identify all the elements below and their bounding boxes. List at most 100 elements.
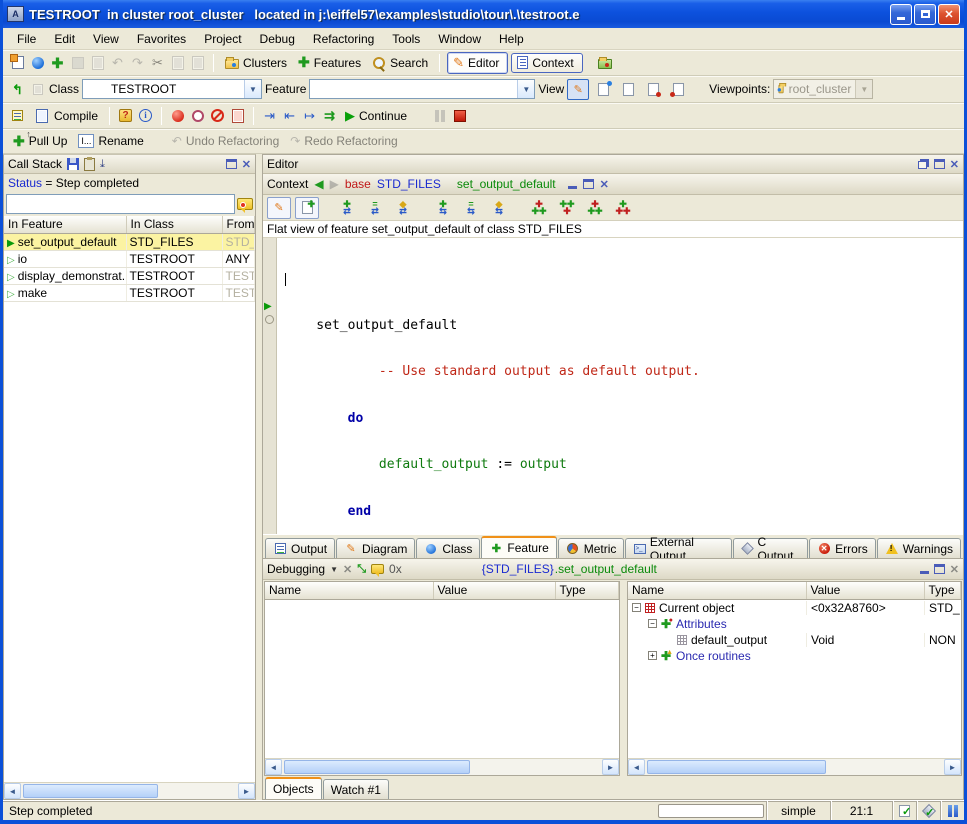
- scroll-right-icon[interactable]: ►: [602, 759, 619, 775]
- search-button[interactable]: Search: [368, 54, 432, 72]
- tree-row-attributes[interactable]: − ✚● Attributes: [628, 616, 961, 632]
- melt-icon[interactable]: ?: [117, 108, 134, 124]
- menu-edit[interactable]: Edit: [46, 30, 83, 48]
- step-over-icon[interactable]: ⇤: [281, 108, 298, 124]
- view-editor-button[interactable]: ✎: [567, 79, 589, 100]
- crumb-feature[interactable]: set_output_default: [457, 177, 556, 191]
- hex-format-label[interactable]: 0x: [389, 562, 402, 576]
- scroll-right-icon[interactable]: ►: [238, 783, 255, 799]
- outputs-icon[interactable]: [9, 108, 26, 124]
- callstack-close-icon[interactable]: ✕: [242, 158, 251, 171]
- tree-row-default-output[interactable]: default_output Void NON: [628, 632, 961, 648]
- breakpoint-enable-icon[interactable]: [169, 108, 186, 124]
- context-toggle-button[interactable]: Context: [511, 53, 582, 73]
- debugging-minimize-icon[interactable]: [920, 564, 929, 574]
- editor-close-icon[interactable]: ✕: [950, 158, 959, 171]
- menu-debug[interactable]: Debug: [252, 30, 303, 48]
- scroll-left-icon[interactable]: ◄: [265, 759, 282, 775]
- objects-col-value[interactable]: Value: [806, 582, 924, 599]
- watch-col-value[interactable]: Value: [433, 582, 555, 599]
- clusters-button[interactable]: Clusters: [221, 54, 291, 72]
- maximize-button[interactable]: [914, 4, 936, 25]
- tab-output[interactable]: Output: [265, 538, 335, 558]
- open-icon[interactable]: [29, 55, 46, 71]
- creators-icon[interactable]: ◆⇄: [391, 197, 415, 219]
- crumb-library[interactable]: base: [345, 177, 371, 191]
- breakpoints-window-icon[interactable]: [229, 108, 246, 124]
- tab-objects[interactable]: Objects: [265, 777, 322, 799]
- compile-button[interactable]: Compile: [29, 106, 102, 126]
- scroll-left-icon[interactable]: ◄: [628, 759, 645, 775]
- scroll-right-icon[interactable]: ►: [944, 759, 961, 775]
- feature-combo-arrow-icon[interactable]: ▼: [517, 80, 534, 98]
- view-contract-button[interactable]: [642, 79, 664, 100]
- debugging-menu-arrow-icon[interactable]: ▼: [330, 565, 338, 574]
- tab-diagram[interactable]: ✎Diagram: [336, 538, 415, 558]
- back-icon[interactable]: ↰: [9, 81, 26, 97]
- menu-file[interactable]: File: [9, 30, 44, 48]
- breakpoint-margin[interactable]: ▶: [263, 238, 277, 534]
- pull-up-button[interactable]: ✚ Pull Up: [9, 131, 71, 152]
- exchange-icon[interactable]: ⤡: [357, 563, 366, 576]
- assignees-icon[interactable]: =⇆: [459, 197, 483, 219]
- suppliers-icon[interactable]: ✚✚✚: [611, 197, 635, 219]
- tab-metric[interactable]: Metric: [558, 538, 625, 558]
- exception-dialog-icon[interactable]: [237, 198, 253, 210]
- created-icon[interactable]: ◆⇆: [487, 197, 511, 219]
- basic-text-view-icon[interactable]: ✎: [267, 197, 291, 219]
- flat-view-icon[interactable]: ✚: [295, 197, 319, 219]
- save-state-icon[interactable]: ✓: [892, 801, 916, 820]
- collapse-icon[interactable]: −: [632, 603, 641, 612]
- clients-icon[interactable]: ✚✚✚: [583, 197, 607, 219]
- tab-c-output[interactable]: C Output: [733, 538, 808, 558]
- watch-hscrollbar[interactable]: ◄ ►: [265, 758, 619, 775]
- menu-project[interactable]: Project: [196, 30, 249, 48]
- view-flat-button[interactable]: [617, 79, 639, 100]
- menu-help[interactable]: Help: [491, 30, 532, 48]
- debug-dialog-icon[interactable]: [371, 564, 384, 574]
- callees-icon[interactable]: ✚⇆: [431, 197, 455, 219]
- call-stack-row[interactable]: ▷make TESTROOT TEST: [4, 284, 255, 301]
- tree-row-once-routines[interactable]: + ✚▲ Once routines: [628, 648, 961, 664]
- objects-col-type[interactable]: Type: [924, 582, 961, 599]
- watch-col-name[interactable]: Name: [265, 582, 433, 599]
- stop-icon[interactable]: [451, 108, 468, 124]
- feature-combo[interactable]: ▼: [309, 79, 535, 99]
- stack-depth-icon[interactable]: ⤓: [100, 158, 105, 171]
- step-into-icon[interactable]: ⇥: [261, 108, 278, 124]
- watch-col-type[interactable]: Type: [555, 582, 619, 599]
- continue-button[interactable]: ▶ Continue: [341, 106, 411, 126]
- breakpoint-disable-icon[interactable]: [189, 108, 206, 124]
- features-button[interactable]: ✚ Features: [294, 52, 365, 73]
- callers-icon[interactable]: ✚⇄: [335, 197, 359, 219]
- col-in-class[interactable]: In Class: [126, 216, 222, 233]
- compile-state-icon[interactable]: ✓: [916, 801, 940, 820]
- tab-errors[interactable]: ✕Errors: [809, 538, 876, 558]
- call-stack-row[interactable]: ▷io TESTROOT ANY: [4, 250, 255, 267]
- collapse-icon[interactable]: −: [648, 619, 657, 628]
- editor-restore-icon[interactable]: [918, 159, 929, 169]
- context-maximize-icon[interactable]: [583, 179, 594, 189]
- context-close-icon[interactable]: ✕: [600, 178, 609, 191]
- col-from[interactable]: From: [222, 216, 255, 233]
- rename-button[interactable]: I... Rename: [74, 132, 147, 150]
- tab-class[interactable]: Class: [416, 538, 480, 558]
- breakpoint-remove-icon[interactable]: [209, 108, 226, 124]
- crumb-class[interactable]: STD_FILES: [377, 177, 441, 191]
- callstack-maximize-icon[interactable]: [226, 159, 237, 169]
- tab-external-output[interactable]: >_External Output: [625, 538, 732, 558]
- class-combo[interactable]: TESTROOT ▼: [82, 79, 262, 99]
- tab-watch-1[interactable]: Watch #1: [323, 779, 389, 799]
- run-to-cursor-icon[interactable]: ⇉: [321, 108, 338, 124]
- menu-favorites[interactable]: Favorites: [129, 30, 194, 48]
- breakpoint-slot-icon[interactable]: [265, 315, 274, 324]
- objects-col-name[interactable]: Name: [628, 582, 806, 599]
- diagram-tool-icon[interactable]: [597, 55, 614, 71]
- descendants-icon[interactable]: ✚✚✚: [555, 197, 579, 219]
- class-combo-arrow-icon[interactable]: ▼: [244, 80, 261, 98]
- menu-refactoring[interactable]: Refactoring: [305, 30, 382, 48]
- info-icon[interactable]: i: [137, 108, 154, 124]
- expand-icon[interactable]: +: [648, 651, 657, 660]
- assigners-icon[interactable]: =⇄: [363, 197, 387, 219]
- debugging-maximize-icon[interactable]: [934, 564, 945, 574]
